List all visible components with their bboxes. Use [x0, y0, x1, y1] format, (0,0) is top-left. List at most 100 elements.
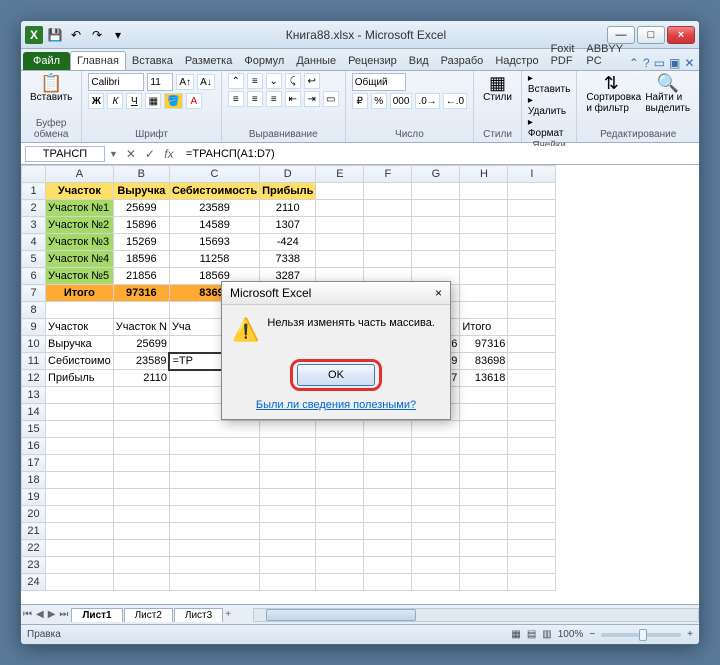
row-header-20[interactable]: 20 [22, 506, 46, 523]
view-layout-icon[interactable]: ▤ [527, 629, 536, 640]
row-header-16[interactable]: 16 [22, 438, 46, 455]
cell-A21[interactable] [46, 523, 114, 540]
align-top-icon[interactable]: ⌃ [228, 73, 244, 89]
cell-B7[interactable]: 97316 [113, 285, 169, 302]
formula-cancel-icon[interactable]: ✕ [122, 147, 140, 161]
cell-I14[interactable] [508, 404, 556, 421]
cell-E18[interactable] [316, 472, 364, 489]
col-header-A[interactable]: A [46, 166, 114, 183]
row-header-21[interactable]: 21 [22, 523, 46, 540]
cell-A8[interactable] [46, 302, 114, 319]
dialog-feedback-link[interactable]: Были ли сведения полезными? [256, 399, 416, 411]
tab-data[interactable]: Данные [290, 52, 342, 70]
cell-D5[interactable]: 7338 [260, 251, 316, 268]
zoom-level[interactable]: 100% [558, 629, 584, 640]
cell-G17[interactable] [412, 455, 460, 472]
cell-B3[interactable]: 15896 [113, 217, 169, 234]
cell-I9[interactable] [508, 319, 556, 336]
cell-I6[interactable] [508, 268, 556, 285]
row-header-2[interactable]: 2 [22, 200, 46, 217]
cells-delete-button[interactable]: ▸ Удалить [528, 95, 570, 117]
cell-D2[interactable]: 2110 [260, 200, 316, 217]
cell-F16[interactable] [364, 438, 412, 455]
inc-decimal-icon[interactable]: .0→ [415, 93, 439, 109]
cell-H17[interactable] [460, 455, 508, 472]
cell-C23[interactable] [169, 557, 259, 574]
align-mid-icon[interactable]: ≡ [247, 73, 263, 89]
cell-D1[interactable]: Прибыль [260, 183, 316, 200]
cell-E4[interactable] [316, 234, 364, 251]
cell-C18[interactable] [169, 472, 259, 489]
tab-review[interactable]: Рецензир [342, 52, 403, 70]
col-header-C[interactable]: C [169, 166, 259, 183]
doc-max-icon[interactable]: ▣ [669, 56, 680, 70]
align-right-icon[interactable]: ≡ [266, 91, 282, 107]
row-header-4[interactable]: 4 [22, 234, 46, 251]
cell-I2[interactable] [508, 200, 556, 217]
tab-layout[interactable]: Разметка [179, 52, 239, 70]
cell-D3[interactable]: 1307 [260, 217, 316, 234]
cell-F20[interactable] [364, 506, 412, 523]
row-header-14[interactable]: 14 [22, 404, 46, 421]
view-normal-icon[interactable]: ▦ [511, 629, 520, 640]
sheet-nav-first-icon[interactable]: ⏮ [21, 609, 34, 620]
cell-H7[interactable] [460, 285, 508, 302]
cell-B19[interactable] [113, 489, 169, 506]
cell-I7[interactable] [508, 285, 556, 302]
tab-abbyy[interactable]: ABBYY PC [580, 40, 629, 70]
cell-I17[interactable] [508, 455, 556, 472]
cell-A18[interactable] [46, 472, 114, 489]
zoom-in-button[interactable]: + [687, 629, 693, 640]
cell-G23[interactable] [412, 557, 460, 574]
cell-G21[interactable] [412, 523, 460, 540]
cell-A23[interactable] [46, 557, 114, 574]
cell-A6[interactable]: Участок №5 [46, 268, 114, 285]
cell-D18[interactable] [260, 472, 316, 489]
cell-H6[interactable] [460, 268, 508, 285]
cell-C22[interactable] [169, 540, 259, 557]
col-header-I[interactable]: I [508, 166, 556, 183]
cell-H13[interactable] [460, 387, 508, 404]
cell-I8[interactable] [508, 302, 556, 319]
row-header-11[interactable]: 11 [22, 353, 46, 370]
comma-icon[interactable]: 000 [390, 93, 413, 109]
cell-G20[interactable] [412, 506, 460, 523]
cell-B11[interactable]: 23589 [113, 353, 169, 370]
cell-A11[interactable]: Себистоимо [46, 353, 114, 370]
cell-B16[interactable] [113, 438, 169, 455]
cell-F2[interactable] [364, 200, 412, 217]
cell-I19[interactable] [508, 489, 556, 506]
indent-dec-icon[interactable]: ⇤ [285, 91, 301, 107]
align-left-icon[interactable]: ≡ [228, 91, 244, 107]
cell-I22[interactable] [508, 540, 556, 557]
cell-A15[interactable] [46, 421, 114, 438]
cell-I3[interactable] [508, 217, 556, 234]
namebox-dropdown-icon[interactable]: ▼ [109, 149, 118, 159]
cell-F17[interactable] [364, 455, 412, 472]
cell-G15[interactable] [412, 421, 460, 438]
tab-view[interactable]: Вид [403, 52, 435, 70]
align-bot-icon[interactable]: ⌄ [266, 73, 282, 89]
sheet-tab-3[interactable]: Лист3 [174, 608, 223, 622]
cell-I13[interactable] [508, 387, 556, 404]
cell-A20[interactable] [46, 506, 114, 523]
currency-icon[interactable]: ₽ [352, 93, 368, 109]
cell-A1[interactable]: Участок [46, 183, 114, 200]
cell-B12[interactable]: 2110 [113, 370, 169, 387]
cell-H22[interactable] [460, 540, 508, 557]
border-button[interactable]: ▦ [145, 93, 161, 109]
cell-H23[interactable] [460, 557, 508, 574]
formula-input[interactable] [182, 146, 699, 162]
sort-filter-button[interactable]: ⇅ Сортировка и фильтр [583, 73, 639, 115]
cell-A17[interactable] [46, 455, 114, 472]
cell-I24[interactable] [508, 574, 556, 591]
cell-E20[interactable] [316, 506, 364, 523]
cell-G3[interactable] [412, 217, 460, 234]
cell-H5[interactable] [460, 251, 508, 268]
cell-I12[interactable] [508, 370, 556, 387]
cell-E24[interactable] [316, 574, 364, 591]
merge-icon[interactable]: ▭ [323, 91, 339, 107]
cell-F3[interactable] [364, 217, 412, 234]
cells-format-button[interactable]: ▸ Формат [528, 117, 570, 139]
cell-H2[interactable] [460, 200, 508, 217]
